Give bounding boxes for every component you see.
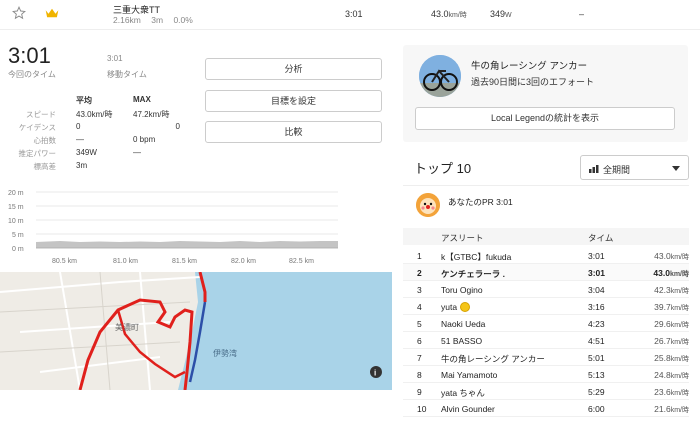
athlete-name[interactable]: Toru Ogino <box>441 285 483 295</box>
elevation-x-axis: 80.5 km 81.0 km 81.5 km 82.0 km 82.5 km <box>52 258 314 265</box>
athlete-name[interactable]: Alvin Gounder <box>441 404 495 414</box>
elevation-area <box>36 241 338 248</box>
x-tick: 81.5 km <box>172 258 197 265</box>
leaderboard-title: トップ 10 <box>414 161 472 176</box>
leaderboard-row[interactable]: 5 Naoki Ueda 4:23 29.6km/時 <box>403 315 689 332</box>
x-tick: 82.5 km <box>289 258 314 265</box>
compare-button[interactable]: 比較 <box>205 121 382 143</box>
elevation-chart[interactable]: 20 m 15 m 10 m 5 m 0 m 80.5 km 81.0 km 8… <box>0 186 345 268</box>
leaderboard-col-time: タイム <box>588 233 614 243</box>
map-info-glyph: i <box>374 369 376 378</box>
stats-col-max: MAX <box>133 95 151 104</box>
local-legend-avatar[interactable] <box>419 55 461 97</box>
segment-distance: 2.16km <box>113 15 141 25</box>
smile-badge-icon <box>460 302 471 312</box>
athlete-name[interactable]: yata ちゃん <box>441 387 485 399</box>
athlete-name[interactable]: k【GTBC】fukuda <box>441 251 511 263</box>
local-legend-efforts: 過去90日間に3回のエフォート <box>471 77 595 87</box>
local-legend-card: 牛の角レーシング アンカー 過去90日間に3回のエフォート Local Lege… <box>403 45 688 142</box>
analyze-button[interactable]: 分析 <box>205 58 382 80</box>
leaderboard-row[interactable]: 4 yuta 3:16 39.7km/時 <box>403 298 689 315</box>
segment-speed: 43.0km/時 <box>431 9 467 19</box>
y-tick: 15 m <box>8 204 24 211</box>
moving-time: 3:01 <box>107 54 123 63</box>
map-label-bay: 伊勢湾 <box>213 348 237 358</box>
leaderboard-row[interactable]: 8 Mai Yamamoto 5:13 24.8km/時 <box>403 366 689 383</box>
athlete-name[interactable]: 51 BASSO <box>441 336 482 346</box>
elapsed-time: 3:01 <box>8 43 51 68</box>
elevation-gridlines <box>36 191 338 249</box>
x-tick: 82.0 km <box>231 258 256 265</box>
y-tick: 10 m <box>8 218 24 225</box>
segment-summary-row: 三重大衆TT 2.16km 3m 0.0% 3:01 43.0km/時 349W… <box>0 0 700 30</box>
star-icon[interactable] <box>12 6 26 20</box>
moving-time-label: 移動タイム <box>107 70 147 79</box>
leaderboard-col-athlete: アスリート <box>441 233 484 243</box>
y-tick: 5 m <box>12 232 24 239</box>
athlete-name[interactable]: Naoki Ueda <box>441 319 485 329</box>
elevation-y-axis: 20 m 15 m 10 m 5 m 0 m <box>8 190 24 253</box>
avatar[interactable] <box>416 193 440 217</box>
elapsed-time-label: 今回のタイム <box>8 70 56 79</box>
local-legend-name[interactable]: 牛の角レーシング アンカー <box>471 58 587 72</box>
y-tick: 20 m <box>8 190 24 197</box>
segment-elevation: 3m <box>151 15 164 25</box>
athlete-name[interactable]: yuta <box>441 302 471 312</box>
leaderboard-header: アスリート タイム <box>403 228 689 245</box>
leaderboard-row[interactable]: 7 牛の角レーシング アンカー 5:01 25.8km/時 <box>403 349 689 366</box>
chevron-down-icon <box>672 166 680 171</box>
period-select-value: 全期間 <box>603 165 631 175</box>
set-goal-button[interactable]: 目標を設定 <box>205 90 382 112</box>
personal-record-row: あなたのPR 3:01 <box>403 185 689 227</box>
segment-time: 3:01 <box>345 9 363 19</box>
athlete-name[interactable]: ケンチェラーラ . <box>441 268 505 280</box>
leaderboard-row[interactable]: 1 k【GTBC】fukuda 3:01 43.0km/時 <box>403 247 689 264</box>
leaderboard-row[interactable]: 6 51 BASSO 4:51 26.7km/時 <box>403 332 689 349</box>
x-tick: 81.0 km <box>113 258 138 265</box>
x-tick: 80.5 km <box>52 258 77 265</box>
stats-col-avg: 平均 <box>76 96 92 105</box>
leaderboard-row-current-user[interactable]: 2 ケンチェラーラ . 3:01 43.0km/時 <box>403 264 689 281</box>
bar-chart-icon <box>589 165 599 173</box>
athlete-name[interactable]: Mai Yamamoto <box>441 370 497 380</box>
y-tick: 0 m <box>12 246 24 253</box>
sea-area <box>178 272 392 390</box>
segment-grade: 0.0% <box>173 15 193 25</box>
crown-icon <box>45 8 59 18</box>
personal-record-text: あなたのPR 3:01 <box>448 197 513 207</box>
segment-power: 349W <box>490 9 512 19</box>
period-select[interactable]: 全期間 <box>580 155 689 180</box>
segment-extra: – <box>579 9 585 19</box>
map-label-town: 美濃町 <box>115 322 139 332</box>
athlete-name[interactable]: 牛の角レーシング アンカー <box>441 353 545 365</box>
map-canvas[interactable]: 美濃町 伊勢湾 i <box>0 272 392 390</box>
local-legend-stats-button[interactable]: Local Legendの統計を表示 <box>415 107 675 130</box>
segment-meta: 2.16km 3m 0.0% <box>113 15 201 25</box>
route-map[interactable]: 美濃町 伊勢湾 i <box>0 272 392 390</box>
leaderboard-row[interactable]: 9 yata ちゃん 5:29 23.6km/時 <box>403 383 689 400</box>
leaderboard-row[interactable]: 3 Toru Ogino 3:04 42.3km/時 <box>403 281 689 298</box>
leaderboard-row[interactable]: 10 Alvin Gounder 6:00 21.6km/時 <box>403 400 689 417</box>
